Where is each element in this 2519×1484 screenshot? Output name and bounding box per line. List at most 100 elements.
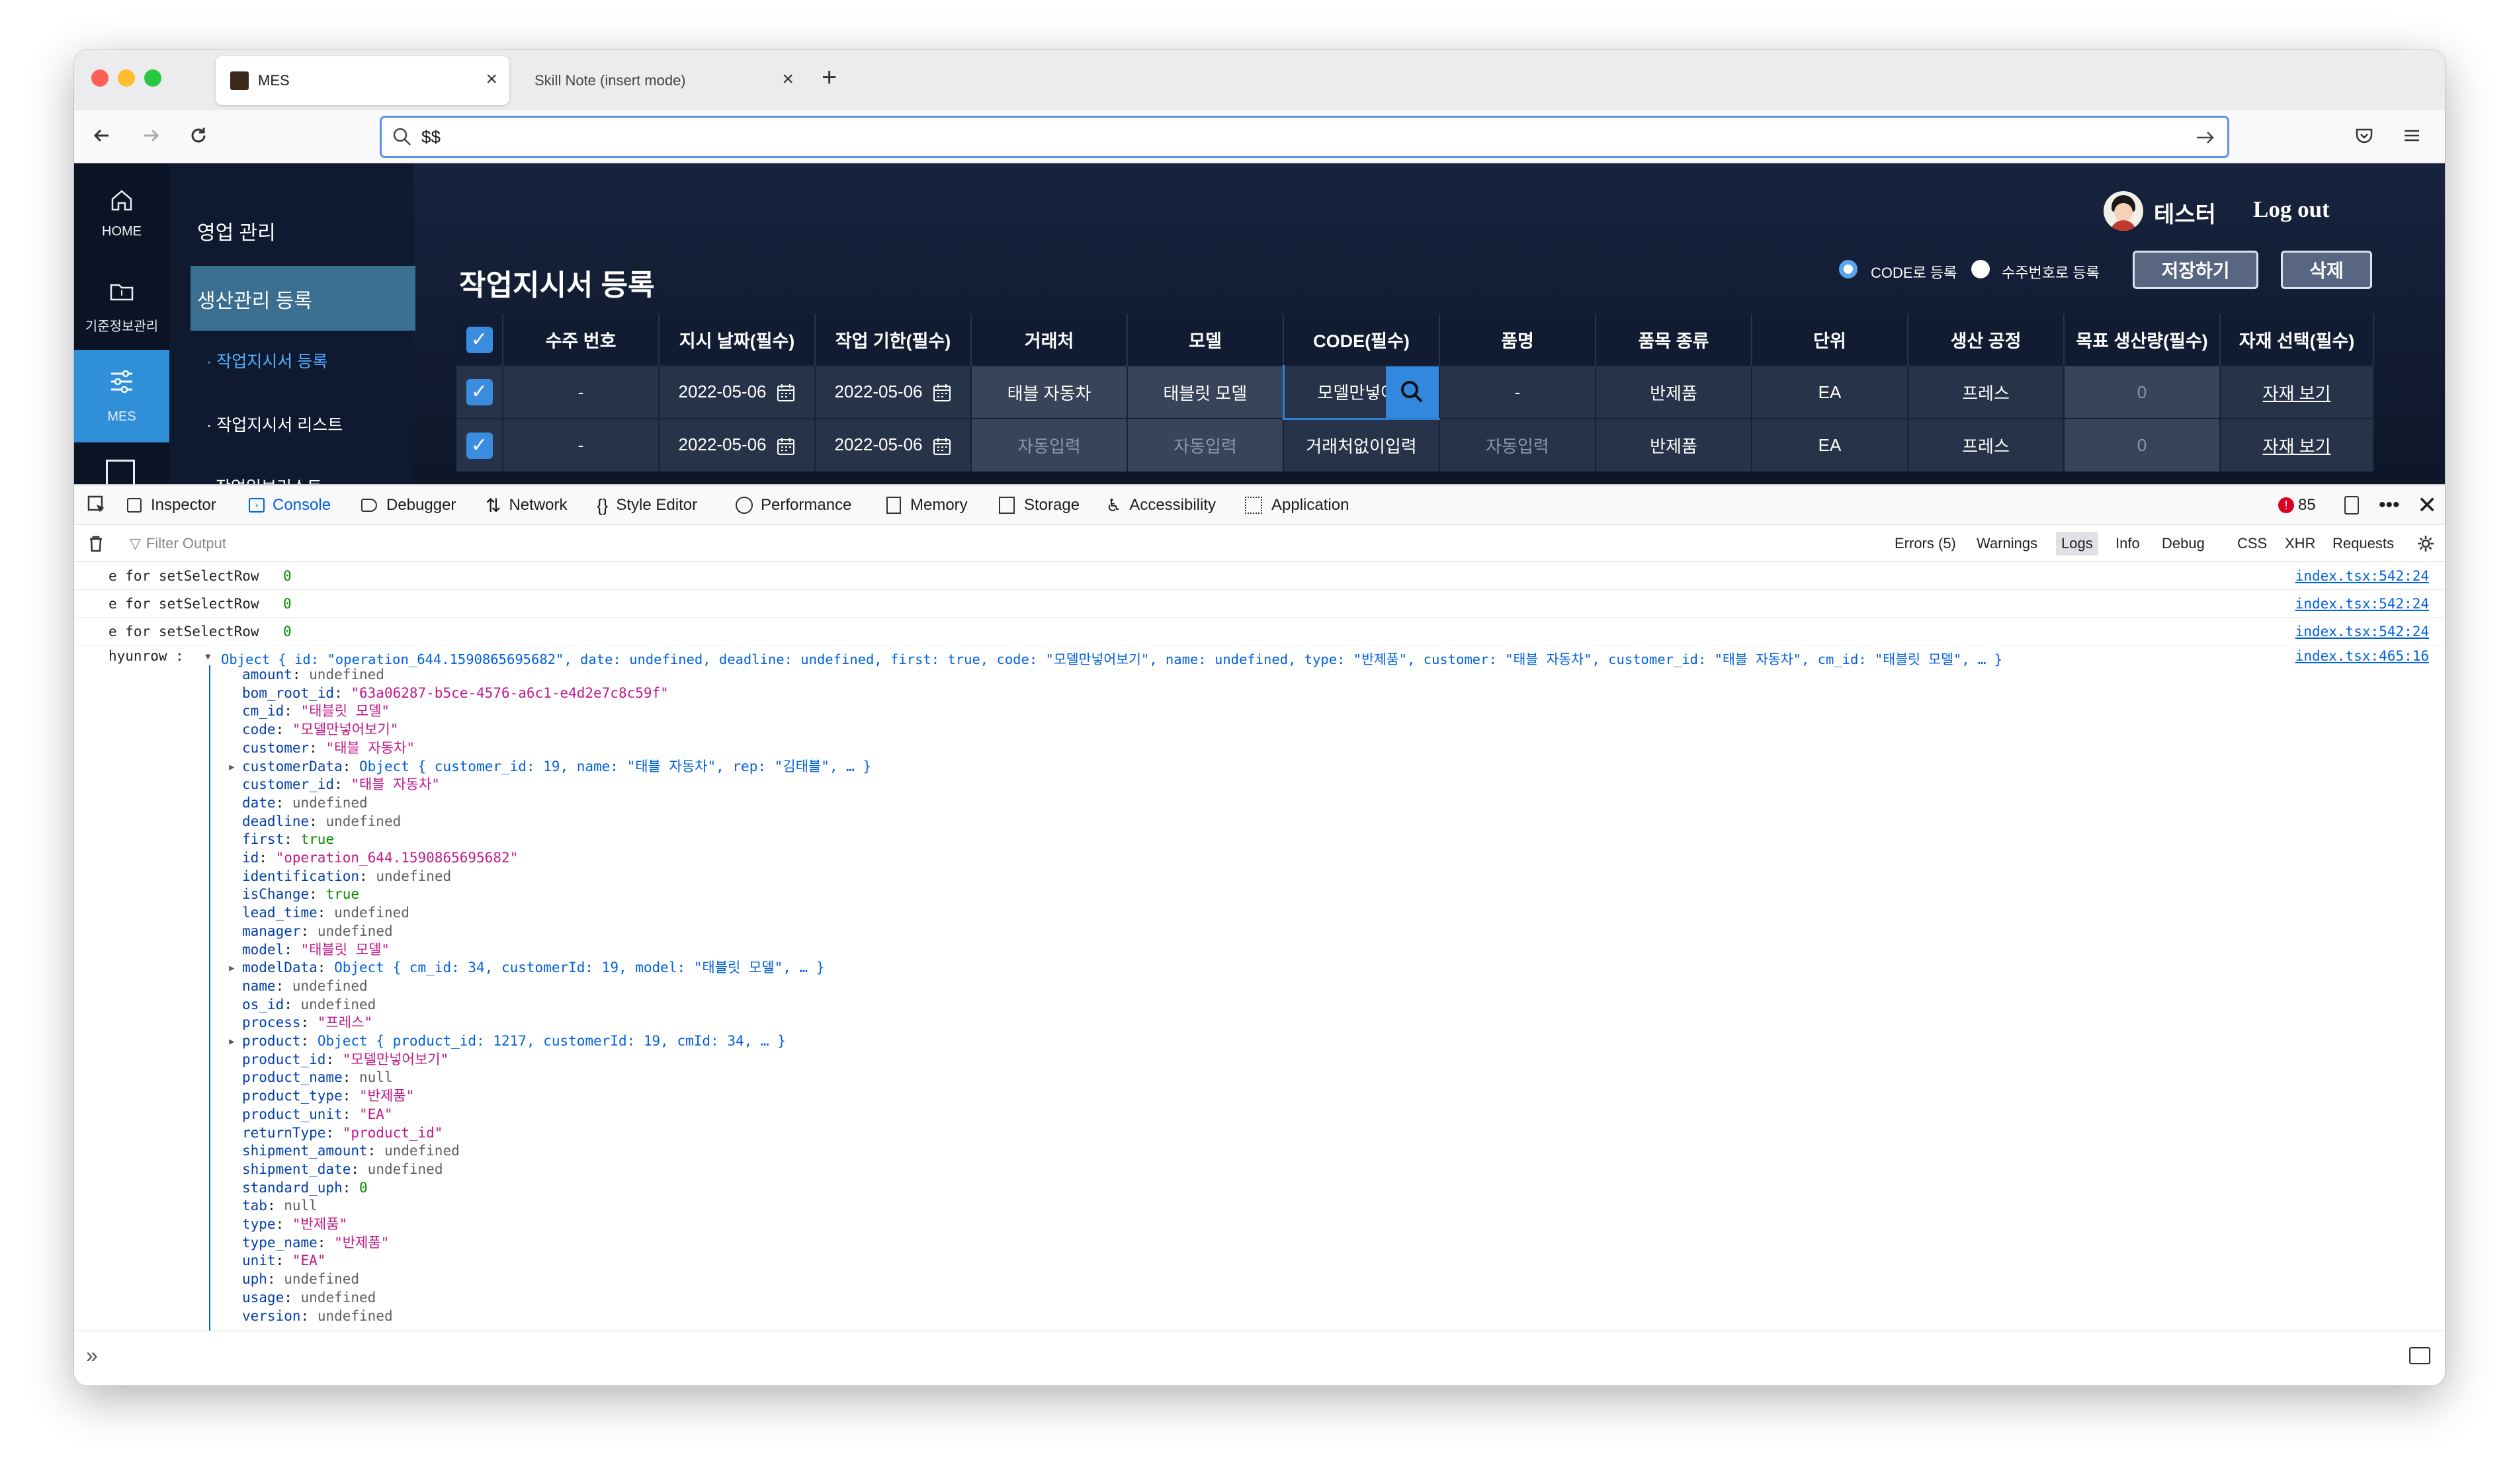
close-tab-icon[interactable]: × bbox=[486, 69, 497, 89]
cell-date[interactable]: 2022-05-06 bbox=[659, 418, 816, 472]
row-select[interactable]: ✓ bbox=[456, 365, 503, 419]
pocket-icon[interactable] bbox=[2351, 122, 2377, 149]
browser-tab-skillnote[interactable]: Skill Note (insert mode) × bbox=[515, 56, 806, 105]
tab-network[interactable]: ⇅ Network bbox=[486, 485, 568, 525]
log-source-link[interactable]: index.tsx:465:16 bbox=[2295, 648, 2429, 664]
close-tab-icon[interactable]: × bbox=[782, 69, 794, 89]
calendar-icon[interactable] bbox=[776, 436, 796, 456]
radio-code[interactable] bbox=[1839, 260, 1857, 278]
filter-css[interactable]: CSS bbox=[2237, 525, 2267, 562]
cell-material[interactable]: 자재 보기 bbox=[2220, 365, 2374, 419]
table-row[interactable]: ✓ - 2022-05-06 2022-05-06 태블 자동차 태블릿 모델 … bbox=[456, 365, 2374, 420]
cell-deadline[interactable]: 2022-05-06 bbox=[815, 365, 972, 419]
submenu-item-daily-report-list[interactable]: 작업일보리스트 bbox=[216, 474, 322, 484]
tab-console[interactable]: › Console bbox=[249, 485, 331, 525]
filter-requests[interactable]: Requests bbox=[2332, 525, 2394, 562]
cell-goal[interactable]: 0 bbox=[2064, 365, 2221, 419]
filter-errors[interactable]: Errors (5) bbox=[1895, 525, 1956, 562]
go-arrow-icon[interactable] bbox=[2194, 126, 2217, 149]
cell-code[interactable]: 거래처없이입력 bbox=[1283, 418, 1440, 472]
filter-debug[interactable]: Debug bbox=[2162, 525, 2205, 562]
expand-arrow-icon[interactable]: ▸ bbox=[228, 958, 236, 977]
expand-arrow-icon[interactable]: ▾ bbox=[204, 648, 212, 664]
menu-icon[interactable] bbox=[2399, 122, 2425, 149]
cell-material[interactable]: 자재 보기 bbox=[2220, 418, 2374, 472]
new-tab-icon[interactable]: + bbox=[822, 63, 837, 93]
submenu-item-work-order-register[interactable]: · 작업지시서 등록 bbox=[206, 349, 327, 372]
code-input[interactable]: 모델만넣어보 bbox=[1282, 365, 1440, 420]
table-row[interactable]: ✓ - 2022-05-06 2022-05-06 자동입력 자동입력 거래처없… bbox=[456, 418, 2374, 472]
header-select-all[interactable]: ✓ bbox=[456, 314, 503, 366]
filter-xhr[interactable]: XHR bbox=[2285, 525, 2315, 562]
log-source-link[interactable]: index.tsx:542:24 bbox=[2295, 590, 2429, 618]
cell-deadline[interactable]: 2022-05-06 bbox=[815, 418, 972, 472]
expand-arrow-icon[interactable]: ▸ bbox=[228, 1032, 236, 1050]
submenu-section-production[interactable]: 생산관리 등록 bbox=[191, 266, 415, 331]
calendar-icon[interactable] bbox=[932, 436, 952, 456]
more-options-icon[interactable]: ••• bbox=[2379, 485, 2400, 525]
radio-order[interactable] bbox=[1971, 260, 1990, 278]
sidebar-item-master-data[interactable]: 기준정보관리 bbox=[74, 268, 169, 347]
minimize-window-button[interactable] bbox=[118, 69, 135, 87]
log-source-link[interactable]: index.tsx:542:24 bbox=[2295, 618, 2429, 645]
log-source-link[interactable]: index.tsx:542:24 bbox=[2295, 562, 2429, 590]
expand-arrow-icon[interactable]: ▸ bbox=[228, 757, 236, 776]
tab-application[interactable]: Application bbox=[1245, 485, 1349, 525]
calendar-icon[interactable] bbox=[932, 383, 952, 403]
maximize-window-button[interactable] bbox=[144, 69, 161, 87]
property-value: Object { cm_id: 34, customerId: 19, mode… bbox=[334, 960, 825, 976]
close-devtools-icon[interactable]: ✕ bbox=[2417, 485, 2437, 525]
trash-icon[interactable] bbox=[86, 525, 106, 562]
reload-icon[interactable] bbox=[185, 122, 212, 149]
checkbox-checked-icon[interactable]: ✓ bbox=[466, 379, 493, 405]
tab-inspector[interactable]: Inspector bbox=[127, 485, 216, 525]
checkbox-checked-icon[interactable]: ✓ bbox=[466, 326, 493, 353]
forward-icon[interactable] bbox=[138, 122, 164, 149]
object-property-row[interactable]: ▸ modelData: Object { cm_id: 34, customer… bbox=[228, 958, 825, 977]
filter-input[interactable]: ▽ Filter Output bbox=[130, 525, 226, 562]
cell-model[interactable]: 자동입력 bbox=[1127, 418, 1284, 472]
property-colon: : bbox=[342, 1069, 360, 1086]
row-select[interactable]: ✓ bbox=[456, 418, 503, 472]
cell-customer[interactable]: 자동입력 bbox=[971, 418, 1128, 472]
submenu-section-sales[interactable]: 영업 관리 bbox=[197, 216, 276, 245]
url-bar[interactable] bbox=[380, 116, 2229, 158]
browser-tab-mes[interactable]: MES × bbox=[216, 56, 509, 105]
object-summary[interactable]: Object { id: "operation_644.159086569568… bbox=[221, 648, 2002, 668]
search-icon[interactable] bbox=[1386, 366, 1439, 418]
tab-memory[interactable]: Memory bbox=[886, 485, 968, 525]
save-button[interactable]: 저장하기 bbox=[2133, 251, 2258, 289]
tab-accessibility[interactable]: ♿ Accessibility bbox=[1106, 485, 1216, 525]
submenu-item-work-order-list[interactable]: · 작업지시서 리스트 bbox=[206, 412, 343, 436]
cell-date[interactable]: 2022-05-06 bbox=[659, 365, 816, 419]
console-settings-icon[interactable] bbox=[2416, 525, 2436, 562]
material-view-link[interactable]: 자재 보기 bbox=[2263, 436, 2331, 456]
sidebar-item-home[interactable]: HOME bbox=[74, 178, 169, 257]
back-icon[interactable] bbox=[89, 122, 115, 149]
element-picker-icon[interactable] bbox=[86, 485, 108, 525]
cell-customer[interactable]: 태블 자동차 bbox=[971, 365, 1128, 419]
object-property-row[interactable]: ▸ customerData: Object { customer_id: 19,… bbox=[228, 757, 871, 776]
filter-warnings[interactable]: Warnings bbox=[1977, 525, 2037, 562]
filter-info[interactable]: Info bbox=[2115, 525, 2140, 562]
console-input[interactable]: » bbox=[74, 1331, 2445, 1385]
calendar-icon[interactable] bbox=[776, 383, 796, 403]
close-window-button[interactable] bbox=[91, 69, 108, 87]
tab-debugger[interactable]: Debugger bbox=[361, 485, 456, 525]
tab-storage[interactable]: Storage bbox=[999, 485, 1080, 525]
dock-icon[interactable] bbox=[2344, 485, 2359, 525]
delete-button[interactable]: 삭제 bbox=[2281, 251, 2372, 289]
checkbox-checked-icon[interactable]: ✓ bbox=[466, 432, 493, 459]
tab-performance[interactable]: Performance bbox=[736, 485, 851, 525]
cell-goal[interactable]: 0 bbox=[2064, 418, 2221, 472]
logout-button[interactable]: Log out bbox=[2253, 196, 2330, 223]
cell-model[interactable]: 태블릿 모델 bbox=[1127, 365, 1284, 419]
material-view-link[interactable]: 자재 보기 bbox=[2263, 384, 2331, 403]
object-property-row[interactable]: ▸ product: Object { product_id: 1217, cus… bbox=[228, 1032, 786, 1050]
sidebar-item-mes[interactable]: MES bbox=[74, 350, 169, 442]
url-input[interactable] bbox=[421, 124, 2141, 149]
filter-logs[interactable]: Logs bbox=[2056, 532, 2098, 556]
tab-style-editor[interactable]: {} Style Editor bbox=[597, 485, 697, 525]
error-count-badge[interactable]: ! 85 bbox=[2278, 485, 2316, 525]
sidebar-toggle-icon[interactable] bbox=[2409, 1347, 2430, 1364]
